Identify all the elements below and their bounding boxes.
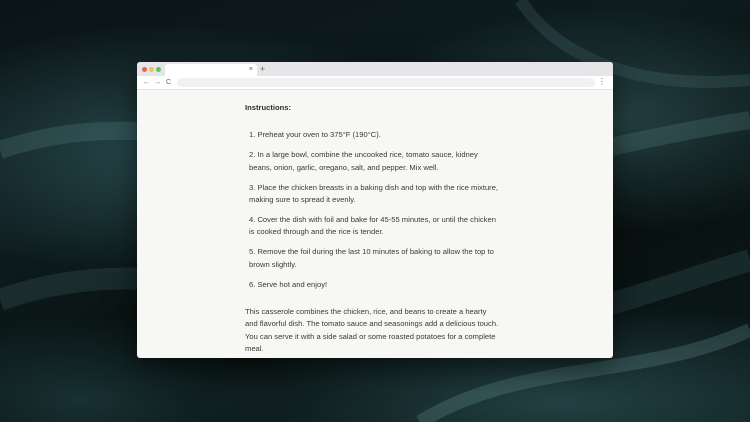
instruction-step: 3. Place the chicken breasts in a baking… [249, 182, 499, 205]
maximize-window-icon[interactable] [156, 67, 161, 72]
back-arrow-icon[interactable]: ← [143, 77, 150, 88]
new-tab-icon[interactable]: + [260, 64, 265, 74]
instruction-step: 5. Remove the foil during the last 10 mi… [249, 247, 494, 269]
summary-paragraph: This casserole combines the chicken, ric… [245, 306, 499, 354]
browser-menu-icon[interactable]: ⋮ [598, 76, 606, 88]
instruction-step: 4. Cover the dish with foil and bake for… [249, 214, 496, 237]
tab-bar: × + [137, 62, 613, 76]
instruction-step: 6. Serve hot and enjoy! [249, 279, 328, 289]
browser-toolbar: ← → C ⋮ [137, 76, 613, 90]
instructions-heading: Instructions: [245, 103, 291, 112]
reload-icon[interactable]: C [166, 77, 171, 88]
minimize-window-icon[interactable] [149, 67, 154, 72]
forward-arrow-icon[interactable]: → [154, 77, 161, 88]
address-bar[interactable] [177, 78, 595, 87]
browser-tab[interactable]: × [165, 64, 257, 76]
page-content: Instructions: 1. Preheat your oven to 37… [245, 102, 500, 356]
browser-window: × + ← → C ⋮ Instructions: 1. Preheat you… [137, 62, 613, 358]
close-window-icon[interactable] [142, 67, 147, 72]
instruction-step: 2. In a large bowl, combine the uncooked… [249, 150, 478, 172]
close-tab-icon[interactable]: × [249, 65, 253, 75]
instruction-step: 1. Preheat your oven to 375°F (190°C). [249, 130, 381, 140]
